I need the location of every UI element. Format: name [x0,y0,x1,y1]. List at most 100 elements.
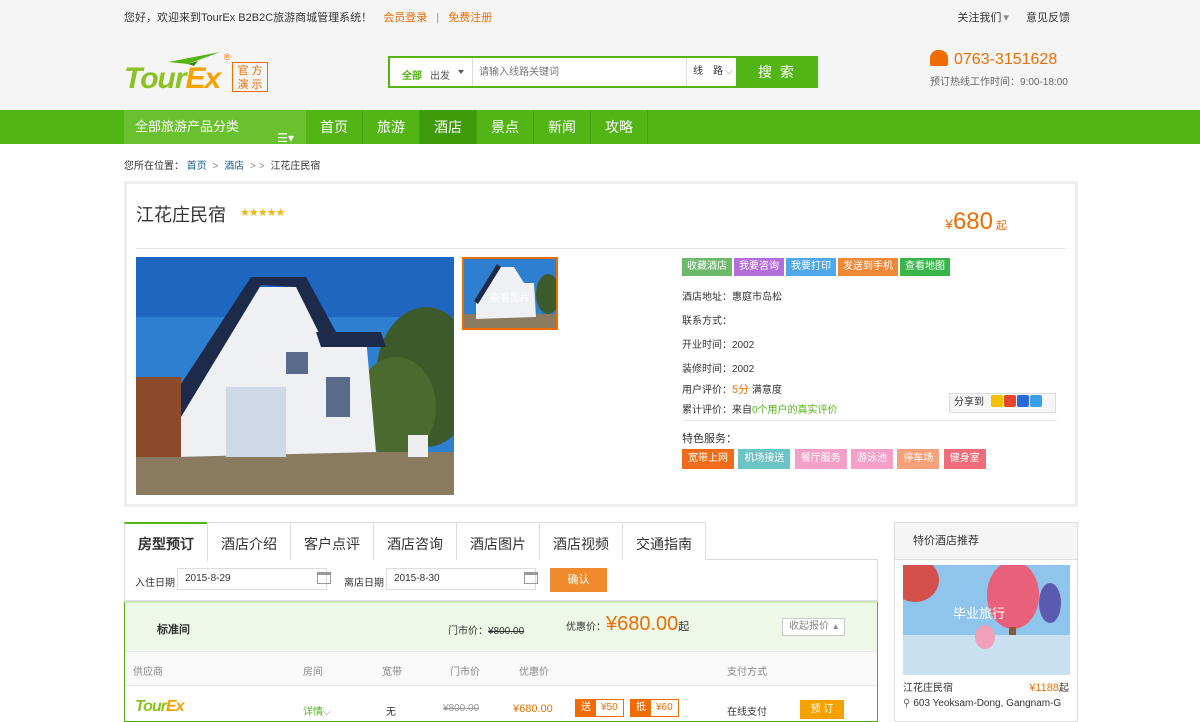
checkin-label: 入住日期 [135,578,175,589]
divider [136,248,1066,249]
favorite-hotel-button[interactable]: 收藏酒店 [682,258,732,276]
site-logo[interactable]: TourEx 官 方演 示 ® [124,52,274,98]
feedback-link[interactable]: 意见反馈 [1026,12,1070,24]
hotel-opened: 开业时间：2002 [682,336,754,351]
checkout-label: 离店日期 [344,578,384,589]
collapse-quotes-button[interactable]: 收起报价 ▲ [782,618,845,636]
calendar-icon[interactable] [317,572,331,584]
follow-us-label: 关注我们 [957,12,1002,24]
sidebar-hotel-name[interactable]: 江花庄民宿 [903,679,953,694]
hotel-renovated: 装修时间：2002 [682,360,754,375]
breadcrumb-hotels[interactable]: 酒店 [224,161,244,172]
chevron-down-icon: ⌵ [725,66,733,77]
top-separator: | [436,12,440,24]
tab-transport[interactable]: 交通指南 [622,522,706,560]
row-list-price: ¥800.00 [443,703,480,714]
view-map-button[interactable]: 查看地图 [900,258,950,276]
hotline-phone: 0763-3151628 [954,51,1058,68]
nav-item-home[interactable]: 首页 [306,110,363,144]
top-right-links: 关注我们 ▾ 意见反馈 [943,9,1070,25]
register-link[interactable]: 免费注册 [448,12,492,24]
price-value: 680 [952,208,993,235]
rating-suffix: 满意度 [751,385,782,396]
registered-mark: ® [224,52,231,62]
sidebar-address-value: 603 Yeoksam-Dong, Gangnam-G [913,698,1062,709]
checkin-input[interactable]: 2015-8-29 [177,568,327,590]
tab-photos[interactable]: 酒店图片 [456,522,540,560]
print-button[interactable]: 我要打印 [786,258,836,276]
search-input[interactable] [472,58,682,86]
sidebar-price-suffix: 起 [1059,683,1069,694]
logo-word-tour: Tour [124,62,187,95]
date-picker-bar: 入住日期 2015-8-29 离店日期 2015-8-30 确认 [124,560,878,601]
payment-method: 在线支付 [727,707,767,718]
search-button[interactable]: 搜 索 [736,56,818,88]
nav-item-scenic[interactable]: 景点 [477,110,534,144]
badge-line2: 演 示 [237,79,263,91]
hotel-thumbnail[interactable]: 查看图片 [462,257,558,330]
detail-tabs: 房型预订 酒店介绍 客户点评 酒店咨询 酒店图片 酒店视频 交通指南 [124,522,878,561]
discount-tag-key: 抵 [631,700,651,716]
tencent-icon[interactable] [1029,395,1042,407]
nav-item-news[interactable]: 新闻 [534,110,591,144]
star-rating: ★★★★★ [240,207,285,219]
tab-reviews[interactable]: 客户点评 [290,522,374,560]
list-price-value: ¥800.00 [488,626,525,637]
chevron-down-icon: ⌵ [323,707,331,718]
nav-item-travel[interactable]: 旅游 [363,110,420,144]
tab-videos[interactable]: 酒店视频 [539,522,623,560]
service-tag: 宽带上网 [682,449,734,469]
search-scope[interactable]: 全部 [402,67,422,82]
book-button[interactable]: 预 订 [800,700,844,719]
confirm-button[interactable]: 确认 [550,568,607,592]
tab-consult[interactable]: 酒店咨询 [373,522,457,560]
hotel-address: 酒店地址：惠庭市岛松 [682,288,782,303]
qzone-icon[interactable] [990,395,1003,407]
baidu-icon[interactable] [1016,395,1029,407]
list-price-label: 门市价： [448,626,488,637]
breadcrumb: 您所在位置： 首页 > 酒店 > > 江花庄民宿 [124,157,320,172]
follow-us-link[interactable]: 关注我们 ▾ [957,12,1009,24]
header: TourEx 官 方演 示 ® 全部 出发 线 路⌵ 搜 索 0763-3151… [0,30,1200,110]
reviews-link[interactable]: 0个用户的真实评价 [752,405,838,416]
sidebar-hotel-image[interactable]: 毕业旅行 [903,565,1070,675]
checkout-input[interactable]: 2015-8-30 [386,568,536,590]
rating-value: 5分 [732,384,750,396]
login-link[interactable]: 会员登录 [383,12,427,24]
room-name: 标准间 [157,624,190,636]
hotel-summary: 江花庄民宿 ★★★★★ ¥680 起 查看图片 收藏酒店 我要咨询 我要打印 发… [124,181,1078,507]
supplier-logo: TourEx [135,698,185,716]
sidebar-price-value: ¥1188 [1029,682,1059,694]
weibo-icon[interactable] [1003,395,1016,407]
chevron-down-icon: ▾ [1003,12,1009,24]
col-payment: 支付方式 [727,667,767,678]
hotel-main-photo [136,257,454,495]
nav-item-hotel[interactable]: 酒店 [420,110,477,144]
hotel-rating: 用户评价：5分 满意度 [682,381,782,397]
service-tag: 停车场 [897,449,940,469]
departure-select[interactable]: 出发 [430,67,450,82]
supplier-logo-word-ex: Ex [165,698,185,715]
tab-room-booking[interactable]: 房型预订 [124,522,208,561]
caret-down-icon [458,70,464,77]
nav-item-guide[interactable]: 攻略 [591,110,648,144]
table-row: TourEx 详情⌵ 无 ¥800.00 ¥680.00 送 ¥50 抵 ¥60 在… [125,685,877,721]
opened-label: 开业时间： [682,340,732,351]
breadcrumb-home[interactable]: 首页 [187,161,207,172]
special-hotels-sidebar: 特价酒店推荐 毕业旅行 江花庄民宿 ¥1188起 ⚲ 603 Yeoksam-Do… [894,522,1078,722]
room-detail-link[interactable]: 详情⌵ [303,703,331,718]
row-deal-price: ¥680.00 [513,703,553,715]
discount-tag: 抵 ¥60 [630,699,679,717]
service-tag: 机场接送 [738,449,791,469]
tab-hotel-intro[interactable]: 酒店介绍 [207,522,291,560]
top-bar: 您好，欢迎来到TourEx B2B2C旅游商城管理系统！ 会员登录 | 免费注册… [0,0,1200,30]
welcome-text: 您好，欢迎来到TourEx B2B2C旅游商城管理系统！ [124,12,373,24]
breadcrumb-current: 江花庄民宿 [270,161,321,172]
calendar-icon[interactable] [524,572,538,584]
all-categories-menu[interactable]: 全部旅游产品分类 ☰▾ [124,110,306,145]
sidebar-hotel-price: ¥1188起 [1029,679,1069,694]
consult-button[interactable]: 我要咨询 [734,258,784,276]
send-to-phone-button[interactable]: 发送到手机 [838,258,898,276]
deal-price-label: 优惠价： [566,622,606,633]
search-type-select[interactable]: 线 路 ⌵ [686,58,738,86]
